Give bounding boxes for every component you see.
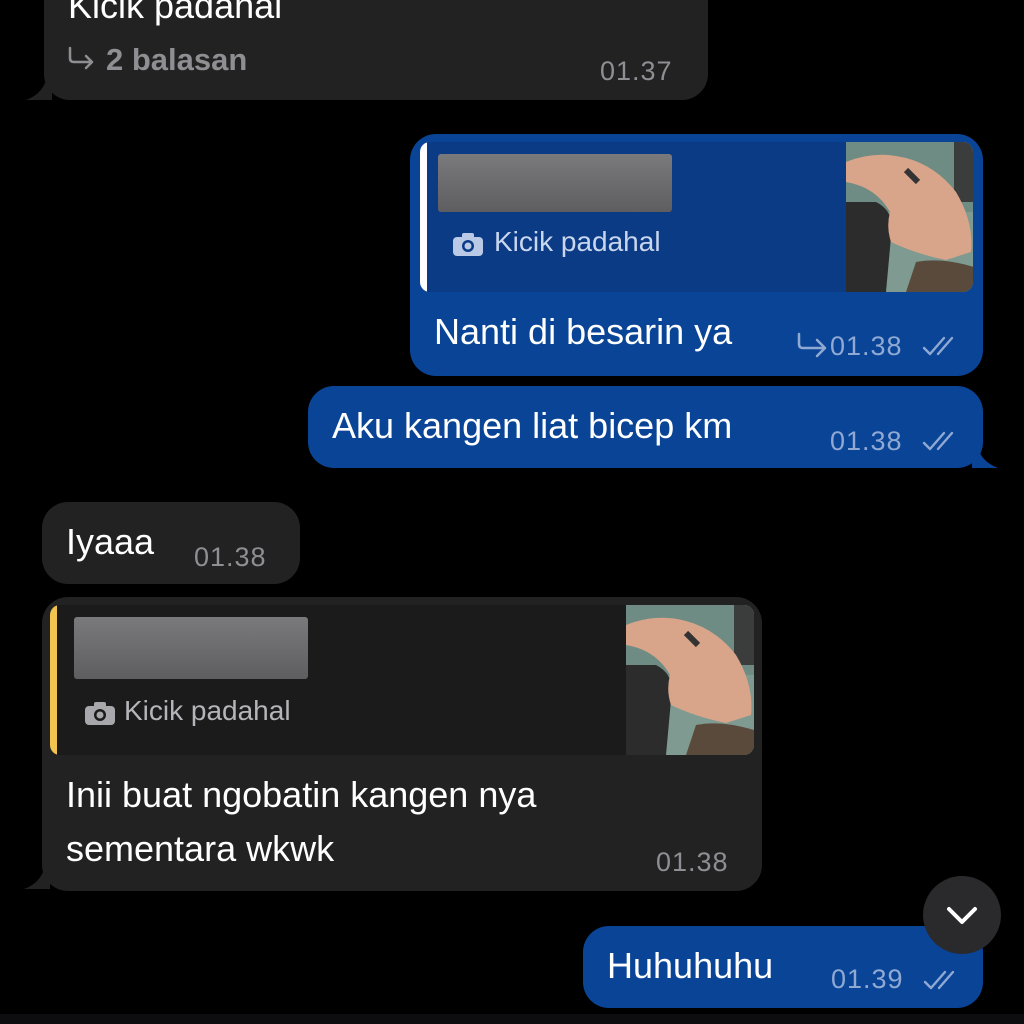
message-text-line-2: sementara wkwk	[66, 828, 335, 869]
double-check-icon	[923, 970, 955, 990]
quoted-caption: Kicik padahal	[124, 695, 291, 726]
redacted-sender-name	[438, 154, 672, 212]
message-text: Huhuhuhu	[607, 945, 774, 986]
outgoing-message-2[interactable]: Kicik padahal Nanti di besarin ya 01.38	[410, 134, 983, 376]
message-time: 01.38	[194, 542, 267, 572]
quoted-photo-reply[interactable]: Kicik padahal	[420, 142, 973, 292]
incoming-message-1[interactable]: Kicik padahal 2 balasan 01.37	[44, 0, 708, 100]
outgoing-message-3[interactable]: Aku kangen liat bicep km 01.38	[308, 386, 983, 468]
message-time: 01.37	[600, 56, 673, 86]
scroll-to-bottom-button[interactable]	[923, 876, 1001, 954]
double-check-icon	[922, 336, 954, 356]
message-text-line-1: Inii buat ngobatin kangen nya	[66, 774, 537, 815]
chevron-down-icon	[947, 907, 977, 924]
incoming-message-5[interactable]: Kicik padahal Inii buat ngobatin kangen …	[42, 597, 762, 891]
camera-icon	[85, 702, 115, 725]
double-check-icon	[922, 431, 954, 451]
bubble-tail	[972, 448, 998, 468]
photo-thumbnail[interactable]	[846, 142, 973, 292]
replies-count: 2 balasan	[106, 42, 248, 77]
message-text: Aku kangen liat bicep km	[332, 405, 733, 446]
message-time: 01.38	[830, 331, 903, 361]
quote-accent-bar	[50, 605, 57, 755]
quoted-photo-reply[interactable]: Kicik padahal	[50, 605, 754, 755]
quote-accent-bar	[420, 142, 427, 292]
redacted-sender-name	[74, 617, 308, 679]
forwarded-arrow-icon	[797, 332, 827, 358]
message-time: 01.38	[656, 847, 729, 877]
message-text: Iyaaa	[66, 521, 155, 562]
camera-icon	[453, 233, 483, 256]
message-text: Nanti di besarin ya	[434, 311, 733, 352]
photo-thumbnail[interactable]	[626, 605, 754, 755]
reply-arrow-icon	[68, 46, 94, 70]
message-text: Kicik padahal	[68, 0, 283, 26]
incoming-message-4[interactable]: Iyaaa 01.38	[42, 502, 300, 584]
bottom-divider	[0, 1014, 1024, 1024]
message-time: 01.39	[831, 964, 904, 994]
quoted-caption: Kicik padahal	[494, 226, 661, 257]
bubble-tail	[24, 869, 50, 889]
message-time: 01.38	[830, 426, 903, 456]
bubble-tail	[26, 80, 52, 100]
